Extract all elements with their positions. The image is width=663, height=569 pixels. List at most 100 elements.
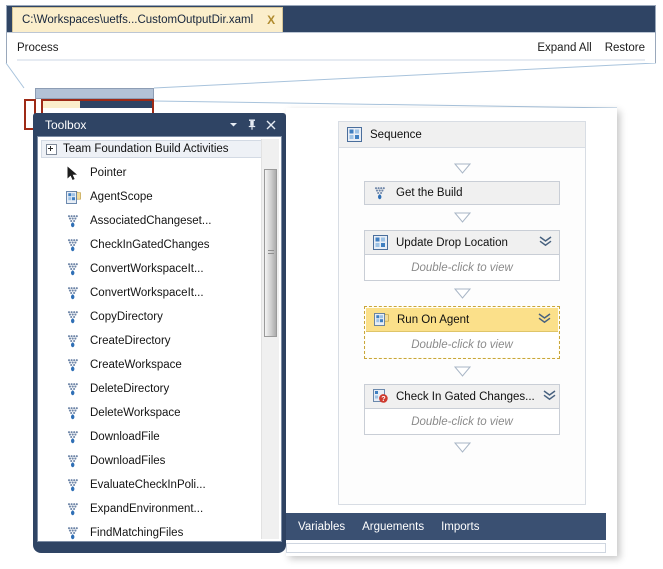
toolbox-item[interactable]: ConvertWorkspaceIt... [41, 281, 259, 305]
activity-header[interactable]: Update Drop Location [365, 231, 559, 255]
close-icon[interactable] [266, 120, 276, 130]
expand-plus-icon[interactable] [46, 143, 57, 155]
activity-label: Check In Gated Changes... [396, 390, 535, 403]
chevron-double-down-icon[interactable] [543, 390, 556, 403]
restore-button[interactable]: Restore [605, 42, 645, 54]
toolbox-item[interactable]: CopyDirectory [41, 305, 259, 329]
activity-icon [66, 430, 81, 445]
toolbox-item[interactable]: CheckInGatedChanges [41, 233, 259, 257]
toolbox-item-label: ConvertWorkspaceIt... [90, 287, 204, 299]
toolbox-group-header[interactable]: Team Foundation Build Activities [41, 140, 278, 158]
question-activity-icon: ? [373, 389, 388, 404]
toolbox-item-label: CreateWorkspace [90, 359, 182, 371]
activity-header[interactable]: Run On Agent [366, 308, 558, 332]
designer-canvas[interactable]: Sequence Get the Build Update Drop Locati… [286, 108, 617, 513]
chevron-double-down-icon[interactable] [538, 313, 551, 326]
footer-tab-imports[interactable]: Imports [441, 521, 479, 533]
activity-collapsed-selected[interactable]: Run On Agent Double-click to view [364, 306, 560, 359]
activity-icon [66, 238, 81, 253]
toolbox-item-label: EvaluateCheckInPoli... [90, 479, 206, 491]
minimap-active-tab [43, 101, 80, 108]
activity-collapsed[interactable]: Update Drop Location Double-click to view [364, 230, 560, 281]
document-tab-label: C:\Workspaces\uetfs...CustomOutputDir.xa… [22, 14, 254, 26]
toolbox-panel: Toolbox Team Foundation Build Activities… [33, 113, 286, 553]
screenshot-root: C:\Workspaces\uetfs...CustomOutputDir.xa… [0, 0, 663, 569]
toolbox-item[interactable]: AgentScope [41, 185, 259, 209]
toolbox-item[interactable]: CreateDirectory [41, 329, 259, 353]
toolbox-item[interactable]: ExpandEnvironment... [41, 497, 259, 521]
toolbox-item-list[interactable]: Pointer AgentScope AssociatedChangeset... C… [41, 161, 259, 541]
pin-icon[interactable] [247, 119, 257, 130]
toolbox-title-label: Toolbox [45, 117, 87, 132]
minimap-titlebar [35, 88, 154, 99]
expand-all-button[interactable]: Expand All [537, 42, 591, 54]
toolbox-client-area: Team Foundation Build Activities Pointer… [37, 136, 282, 542]
toolbox-item[interactable]: DownloadFile [41, 425, 259, 449]
activity-collapsed[interactable]: ? Check In Gated Changes... Double-click t… [364, 384, 560, 435]
toolbox-item-label: DeleteWorkspace [90, 407, 181, 419]
toolbox-item[interactable]: AssociatedChangeset... [41, 209, 259, 233]
activity-header[interactable]: ? Check In Gated Changes... [365, 385, 559, 409]
toolbox-item[interactable]: DeleteWorkspace [41, 401, 259, 425]
toolbox-item-label: ConvertWorkspaceIt... [90, 263, 204, 275]
sequence-header[interactable]: Sequence [339, 122, 585, 148]
designer-footer: Variables Arguements Imports [286, 513, 617, 556]
activity-label: Update Drop Location [396, 236, 508, 249]
chevron-double-down-icon[interactable] [539, 236, 552, 249]
document-tab[interactable]: C:\Workspaces\uetfs...CustomOutputDir.xa… [12, 7, 284, 32]
toolbox-scrollbar[interactable] [261, 139, 279, 539]
toolbox-item-label: ExpandEnvironment... [90, 503, 204, 515]
toolbox-item[interactable]: EvaluateCheckInPoli... [41, 473, 259, 497]
toolbox-item-label: Pointer [90, 167, 127, 179]
activity-label: Get the Build [396, 187, 463, 199]
toolbox-item-label: AssociatedChangeset... [90, 215, 212, 227]
activity-icon [66, 286, 81, 301]
toolbox-item[interactable]: FindMatchingFiles [41, 521, 259, 541]
footer-tab-variables[interactable]: Variables [298, 521, 345, 533]
svg-text:?: ? [381, 394, 385, 403]
toolbox-item[interactable]: ConvertWorkspaceIt... [41, 257, 259, 281]
activity-icon [373, 186, 388, 201]
workflow-designer: Sequence Get the Build Update Drop Locati… [286, 108, 617, 556]
activity-icon [66, 454, 81, 469]
agent-scope-icon [66, 190, 81, 205]
toolbox-item[interactable]: DownloadFiles [41, 449, 259, 473]
sequence-body: Get the Build Update Drop Location Double-… [339, 148, 585, 504]
chevron-down-icon[interactable] [229, 120, 238, 129]
connector-arrow [453, 442, 471, 453]
toolbox-item[interactable]: CreateWorkspace [41, 353, 259, 377]
activity-body-hint: Double-click to view [366, 332, 558, 357]
connector-arrow [453, 366, 471, 377]
toolbox-group-label: Team Foundation Build Activities [63, 143, 229, 155]
toolbox-item[interactable]: DeleteDirectory [41, 377, 259, 401]
toolbox-item-label: CreateDirectory [90, 335, 171, 347]
toolbox-item-label: AgentScope [90, 191, 153, 203]
activity-simple[interactable]: Get the Build [364, 181, 560, 205]
toolbox-scrollbar-thumb[interactable] [264, 169, 277, 337]
activity-icon [66, 478, 81, 493]
connector-arrow [453, 288, 471, 299]
toolbox-item[interactable]: Pointer [41, 161, 259, 185]
toolbar-divider [17, 59, 645, 61]
pointer-icon [66, 166, 81, 181]
page-title: Process [17, 42, 59, 54]
close-icon[interactable]: X [267, 14, 275, 26]
activity-icon [66, 334, 81, 349]
activity-icon [66, 406, 81, 421]
activity-icon [66, 358, 81, 373]
activity-icon [66, 214, 81, 229]
toolbox-item-label: CopyDirectory [90, 311, 163, 323]
toolbox-titlebar-buttons [229, 119, 276, 130]
activity-body-hint: Double-click to view [365, 409, 559, 434]
activity-label: Run On Agent [397, 313, 470, 326]
toolbox-titlebar: Toolbox [37, 113, 282, 136]
agent-scope-icon [374, 312, 389, 327]
process-toolbar: Process Expand All Restore [7, 32, 655, 63]
sequence-activity[interactable]: Sequence Get the Build Update Drop Locati… [338, 121, 586, 505]
activity-icon [66, 310, 81, 325]
footer-tab-arguements[interactable]: Arguements [362, 521, 424, 533]
footer-strip [286, 543, 606, 553]
activity-icon [66, 382, 81, 397]
connector-arrow [453, 163, 471, 174]
activity-icon [66, 262, 81, 277]
